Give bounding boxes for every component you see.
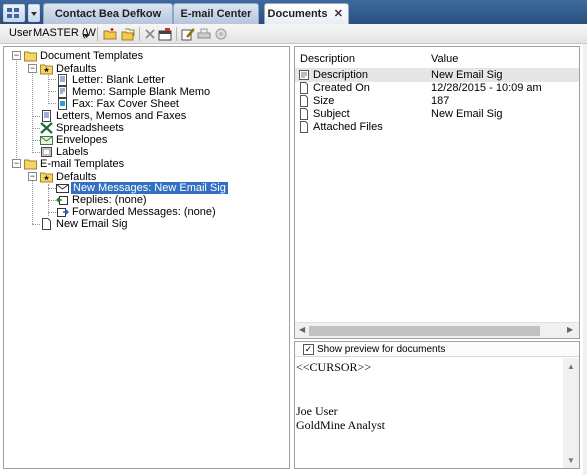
- scroll-down-icon[interactable]: ▼: [567, 456, 575, 465]
- tree-label: Envelopes: [56, 134, 108, 146]
- vertical-scrollbar[interactable]: ▲ ▼: [563, 358, 579, 468]
- tree-label: Letter: Blank Letter: [72, 74, 165, 86]
- collapse-toggle-email-defaults[interactable]: −: [28, 172, 37, 181]
- preview-content[interactable]: <<CURSOR>> Joe User GoldMine Analyst: [295, 358, 563, 468]
- horizontal-scrollbar[interactable]: ◀ ▶: [295, 322, 579, 338]
- property-name: Subject: [313, 108, 350, 120]
- preview-header: ✓ Show preview for documents: [295, 342, 579, 357]
- delete-icon[interactable]: [143, 27, 157, 41]
- letter-document-icon: [56, 74, 69, 86]
- tree-label-selected: New Messages: New Email Sig: [71, 182, 228, 194]
- new-message-icon: [56, 182, 69, 194]
- scroll-up-icon[interactable]: ▲: [567, 362, 575, 371]
- property-value: New Email Sig: [431, 108, 503, 120]
- tab-documents[interactable]: Documents ✕: [264, 3, 349, 24]
- tab-documents-label: Documents: [267, 8, 328, 20]
- star-folder-icon: [40, 171, 53, 183]
- tree-label: Memo: Sample Blank Memo: [72, 86, 211, 98]
- tree-label: E-mail Templates: [40, 158, 125, 170]
- fax-document-icon: [56, 98, 69, 110]
- toolbar: User MASTER (W: [0, 24, 587, 44]
- column-header-value[interactable]: Value: [431, 53, 458, 65]
- tree-label: Fax: Fax Cover Sheet: [72, 98, 179, 110]
- folder-icon: [24, 158, 37, 170]
- scroll-left-icon[interactable]: ◀: [299, 325, 305, 334]
- grid-menu-icon[interactable]: [3, 4, 25, 22]
- property-value: 12/28/2015 - 10:09 am: [431, 82, 542, 94]
- window-edge: [583, 44, 587, 475]
- document-icon: [40, 110, 53, 122]
- preview-line: GoldMine Analyst: [296, 418, 385, 432]
- user-label: User: [9, 27, 33, 39]
- property-value: New Email Sig: [431, 69, 503, 81]
- tab-contact[interactable]: Contact Bea Defkow: [43, 3, 173, 24]
- new-folder-icon[interactable]: [103, 27, 117, 41]
- close-tab-icon[interactable]: ✕: [334, 7, 343, 20]
- attachment-icon: [298, 121, 310, 137]
- edit-icon[interactable]: [181, 27, 195, 41]
- property-row[interactable]: Size 187: [295, 95, 579, 108]
- show-preview-label[interactable]: Show preview for documents: [317, 344, 445, 355]
- star-folder-icon: [40, 63, 53, 75]
- tab-contact-label: Contact Bea Defkow: [54, 8, 162, 20]
- preview-line: Joe User: [296, 404, 338, 418]
- document-icon: [40, 218, 53, 230]
- tab-email-center[interactable]: E-mail Center: [173, 3, 259, 24]
- properties-panel: Description Value Description New Email …: [294, 46, 580, 339]
- merge-icon[interactable]: [214, 27, 228, 41]
- print-icon[interactable]: [197, 27, 211, 41]
- envelope-icon: [40, 134, 53, 146]
- property-row[interactable]: Subject New Email Sig: [295, 108, 579, 121]
- label-icon: [40, 146, 53, 158]
- tree-label: Labels: [56, 146, 89, 158]
- show-preview-checkbox[interactable]: ✓: [303, 344, 314, 355]
- tree-label: Spreadsheets: [56, 122, 124, 134]
- tree-label: Letters, Memos and Faxes: [56, 110, 187, 122]
- folder-icon: [24, 50, 37, 62]
- scrollbar-thumb[interactable]: [309, 326, 540, 336]
- preview-line: <<CURSOR>>: [296, 360, 372, 374]
- tree-label: Document Templates: [40, 50, 144, 62]
- property-row[interactable]: Attached Files: [295, 121, 579, 134]
- document-tree[interactable]: − Document Templates − Defaults Letter: …: [3, 46, 290, 469]
- dropdown-arrow-icon[interactable]: [28, 4, 40, 22]
- properties-icon[interactable]: [158, 27, 172, 41]
- collapse-toggle-defaults[interactable]: −: [28, 64, 37, 73]
- tab-bar: Contact Bea Defkow E-mail Center Documen…: [0, 0, 587, 24]
- copy-folder-icon[interactable]: [121, 27, 135, 41]
- tree-label: New Email Sig: [56, 218, 128, 230]
- spreadsheet-icon: [40, 122, 53, 134]
- property-name: Description: [313, 69, 369, 81]
- forward-icon: [56, 206, 70, 218]
- property-name: Attached Files: [313, 121, 383, 133]
- collapse-toggle-email-templates[interactable]: −: [12, 159, 21, 168]
- property-name: Size: [313, 95, 335, 107]
- preview-panel: ✓ Show preview for documents <<CURSOR>> …: [294, 341, 580, 469]
- tab-email-center-label: E-mail Center: [180, 8, 252, 20]
- tree-label: Forwarded Messages: (none): [72, 206, 216, 218]
- property-row[interactable]: Description New Email Sig: [295, 69, 579, 82]
- property-value: 187: [431, 95, 450, 107]
- scroll-right-icon[interactable]: ▶: [567, 325, 573, 334]
- property-name: Created On: [313, 82, 370, 94]
- property-row[interactable]: Created On 12/28/2015 - 10:09 am: [295, 82, 579, 95]
- tree-label: Replies: (none): [72, 194, 147, 206]
- properties-header: Description Value: [295, 47, 579, 69]
- column-header-description[interactable]: Description: [300, 53, 355, 65]
- memo-document-icon: [56, 86, 69, 98]
- reply-icon: [55, 194, 69, 206]
- user-dropdown-icon[interactable]: [83, 30, 90, 42]
- collapse-toggle-document-templates[interactable]: −: [12, 51, 21, 60]
